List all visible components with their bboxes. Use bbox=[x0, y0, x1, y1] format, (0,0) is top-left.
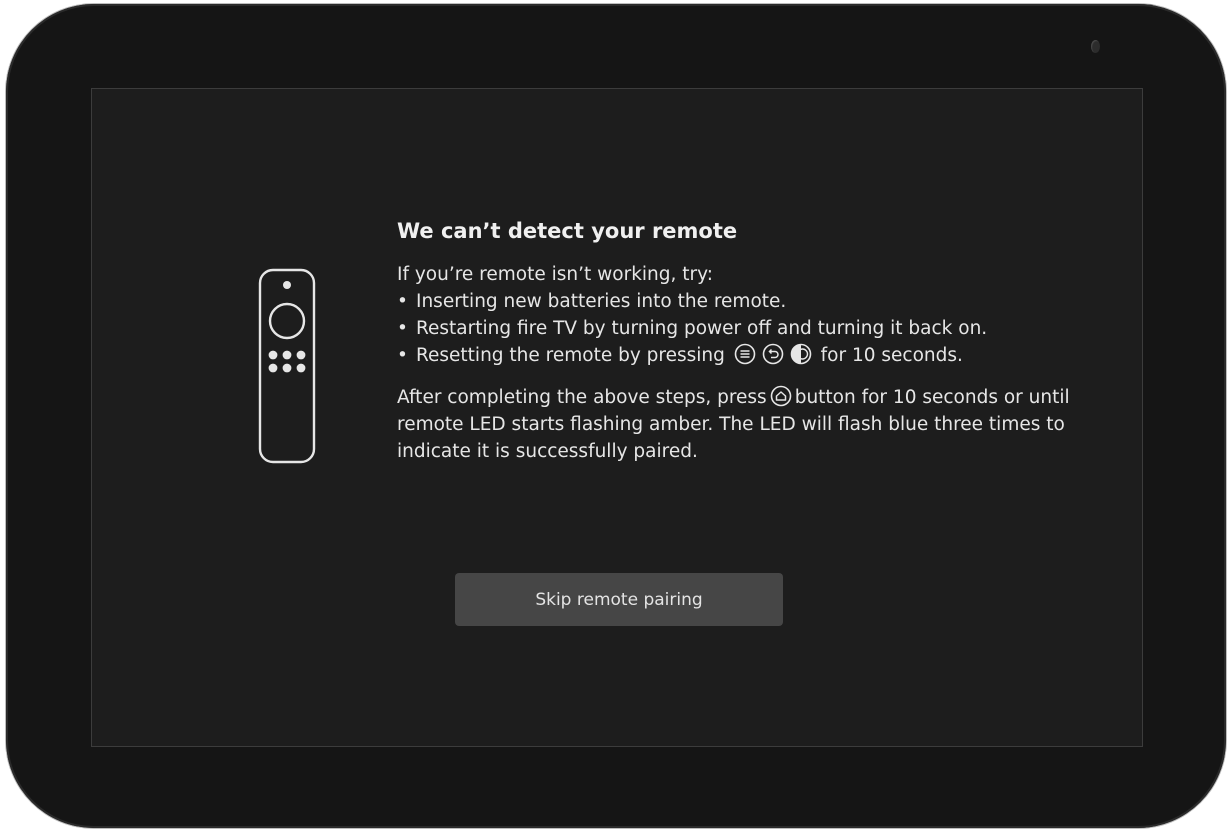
bullet: • bbox=[397, 291, 408, 312]
list-item: • Inserting new batteries into the remote… bbox=[397, 288, 1097, 315]
instructions: If you’re remote isn’t working, try: • In… bbox=[397, 261, 1097, 465]
remote-detection-message: We can’t detect your remote If you’re re… bbox=[397, 215, 1097, 465]
home-button-icon bbox=[770, 385, 792, 407]
list-item: • Restarting fire TV by turning power off… bbox=[397, 315, 1097, 342]
list-item: • Resetting the remote by pressing for 10… bbox=[397, 342, 1097, 369]
menu-button-icon bbox=[734, 343, 756, 365]
step-text: Restarting fire TV by turning power off … bbox=[416, 318, 988, 339]
page-title: We can’t detect your remote bbox=[397, 219, 738, 243]
steps-list: • Inserting new batteries into the remote… bbox=[397, 288, 1097, 369]
back-button-icon bbox=[762, 343, 784, 365]
intro-text: If you’re remote isn’t working, try: bbox=[397, 264, 713, 285]
fire-tv-remote-icon bbox=[258, 268, 316, 464]
bullet: • bbox=[397, 345, 408, 366]
camera-icon bbox=[1091, 40, 1100, 53]
step-text: Inserting new batteries into the remote. bbox=[416, 291, 787, 312]
left-button-icon bbox=[790, 343, 812, 365]
skip-remote-pairing-button[interactable]: Skip remote pairing bbox=[455, 573, 783, 626]
step-text-suffix: for 10 seconds. bbox=[820, 345, 963, 366]
pairing-instructions: After completing the above steps, press … bbox=[397, 384, 1077, 465]
bullet: • bbox=[397, 318, 408, 339]
step-text: Resetting the remote by pressing bbox=[416, 345, 725, 366]
pairing-text-start: After completing the above steps, press bbox=[397, 387, 767, 408]
